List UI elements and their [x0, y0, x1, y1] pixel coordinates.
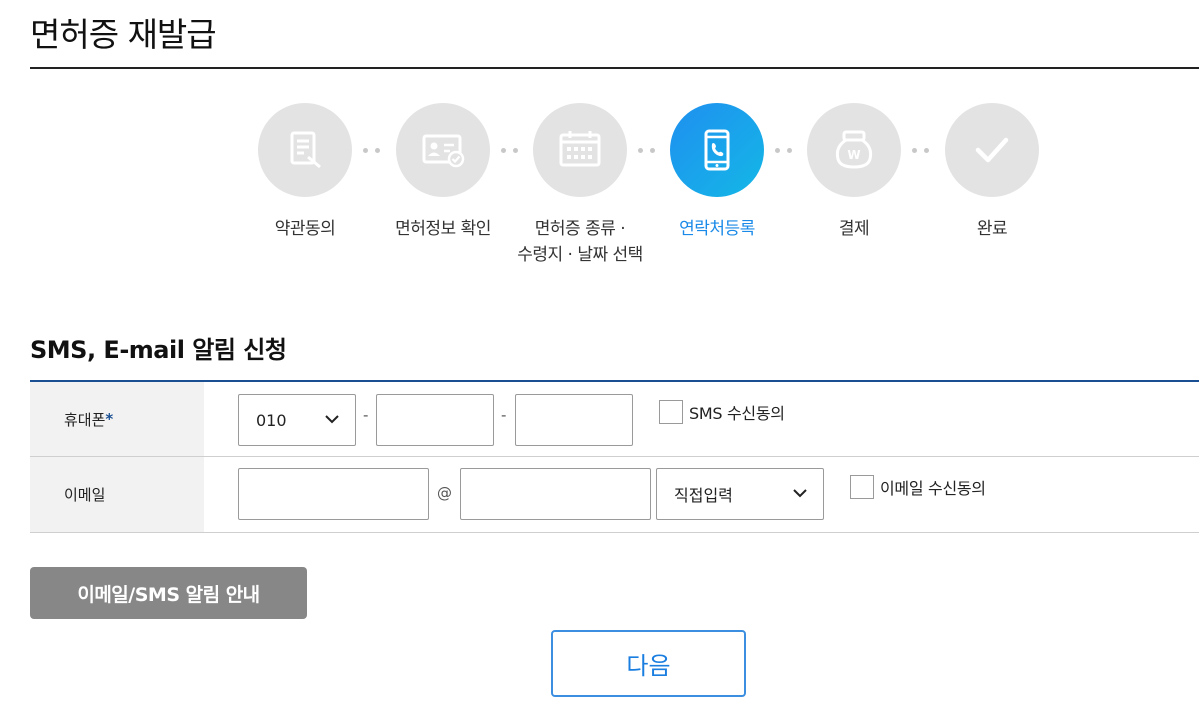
- step-6-label: 완료: [976, 219, 1008, 239]
- at-sign: @: [437, 484, 452, 502]
- check-icon: [975, 137, 1009, 163]
- phone-prefix-select[interactable]: 010: [238, 394, 356, 446]
- document-pen-icon: [290, 131, 321, 169]
- phone-separator: -: [501, 406, 507, 424]
- step-connector: [910, 148, 932, 154]
- notification-info-button[interactable]: 이메일/SMS 알림 안내: [30, 567, 307, 619]
- required-mark: *: [105, 410, 114, 428]
- step-6-circle: [945, 103, 1039, 197]
- email-id-input[interactable]: [238, 468, 429, 520]
- email-domain-select[interactable]: 직접입력: [656, 468, 824, 520]
- id-card-check-icon: [422, 134, 465, 168]
- step-2-circle: [396, 103, 490, 197]
- email-domain-input[interactable]: [460, 468, 651, 520]
- phone-row: 휴대폰 * 010 - - SMS 수신동의: [30, 382, 1199, 457]
- step-3-circle: [533, 103, 627, 197]
- step-connector: [499, 148, 521, 154]
- step-5-label: 결제: [838, 219, 870, 239]
- phone-middle-input[interactable]: [376, 394, 494, 446]
- calendar-icon: [559, 131, 601, 167]
- step-1-label: 약관동의: [274, 219, 336, 239]
- step-connector: [361, 148, 383, 154]
- step-3-label-line1: 면허증 종류 ·: [534, 219, 626, 239]
- phone-label: 휴대폰 *: [30, 382, 204, 456]
- chevron-down-icon: [793, 489, 807, 498]
- step-4-circle: [670, 103, 764, 197]
- step-4-label: 연락처등록: [679, 219, 755, 239]
- email-consent-label: 이메일 수신동의: [880, 479, 986, 498]
- email-consent-checkbox[interactable]: [850, 475, 874, 499]
- svg-text:W: W: [847, 148, 860, 162]
- next-button[interactable]: 다음: [551, 630, 746, 697]
- step-2-label: 면허정보 확인: [395, 219, 491, 239]
- email-row: 이메일 @ 직접입력 이메일 수신동의: [30, 457, 1199, 533]
- phone-icon: [704, 129, 730, 171]
- step-connector: [636, 148, 658, 154]
- step-3-label-line2: 수령지 · 날짜 선택: [517, 245, 643, 265]
- email-label: 이메일: [30, 457, 204, 532]
- step-1-circle: [258, 103, 352, 197]
- email-consent[interactable]: 이메일 수신동의: [850, 475, 986, 499]
- step-3-label: 면허증 종류 · 수령지 · 날짜 선택: [505, 216, 655, 268]
- step-5-circle: W: [807, 103, 901, 197]
- phone-last-input[interactable]: [515, 394, 633, 446]
- step-indicator: W 약관동의 면허정보 확인 면허증 종류 · 수령지 · 날짜 선택 연락처등…: [0, 0, 1199, 280]
- phone-label-text: 휴대폰: [64, 410, 106, 429]
- sms-consent-checkbox[interactable]: [659, 400, 683, 424]
- money-bag-icon: W: [835, 130, 873, 169]
- email-domain-select-value: 직접입력: [674, 486, 733, 505]
- sms-consent-label: SMS 수신동의: [689, 404, 785, 423]
- email-label-text: 이메일: [64, 486, 106, 504]
- phone-separator: -: [363, 406, 369, 424]
- sms-consent[interactable]: SMS 수신동의: [659, 400, 785, 424]
- section-title: SMS, E-mail 알림 신청: [30, 336, 287, 364]
- phone-prefix-value: 010: [256, 410, 287, 430]
- chevron-down-icon: [325, 415, 339, 424]
- step-connector: [773, 148, 795, 154]
